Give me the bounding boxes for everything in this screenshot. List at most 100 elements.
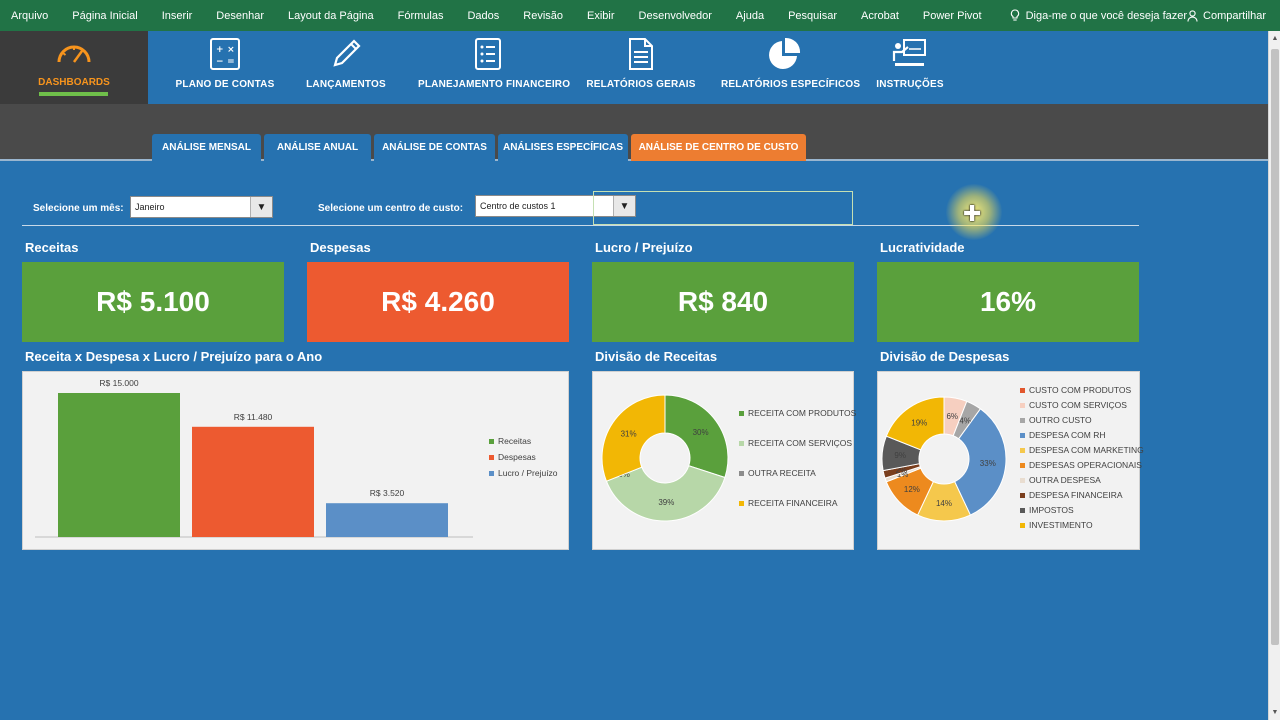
- receitas-legend-item: RECEITA COM SERVIÇOS: [739, 438, 856, 448]
- despesas-legend-item: OUTRO CUSTO: [1020, 415, 1144, 425]
- cost-center-select-value: Centro de custos 1: [480, 201, 556, 211]
- top-navigation: DASHBOARDS + × − = PLANO DE CONTAS LANÇAM…: [0, 31, 1268, 104]
- tab-analises-especificas[interactable]: ANÁLISES ESPECÍFICAS: [498, 134, 628, 161]
- scroll-thumb[interactable]: [1271, 49, 1279, 645]
- bar-chart: R$ 15.000 R$ 11.480 R$ 3.520: [35, 378, 473, 538]
- receitas-legend-label: RECEITA COM PRODUTOS: [748, 408, 857, 418]
- receitas-legend-swatch: [739, 500, 744, 506]
- despesas-legend-swatch: [1020, 477, 1025, 483]
- bar-1: [58, 393, 180, 537]
- menu-layout[interactable]: Layout da Página: [276, 10, 386, 22]
- menu-pagina-inicial[interactable]: Página Inicial: [60, 10, 149, 22]
- speedometer-icon: [57, 45, 91, 63]
- receitas-data-label: 31%: [621, 429, 637, 438]
- despesas-legend-swatch: [1020, 447, 1025, 453]
- menu-desenvolvedor[interactable]: Desenvolvedor: [627, 10, 724, 22]
- despesas-chart-title: Divisão de Despesas: [880, 349, 1010, 364]
- kpi-receitas-card: R$ 5.100: [22, 262, 284, 342]
- despesas-legend-item: INVESTIMENTO: [1020, 520, 1144, 530]
- despesas-data-label: 14%: [936, 499, 952, 508]
- cross-cursor-icon: ✚: [963, 201, 982, 226]
- menu-revisao[interactable]: Revisão: [511, 10, 575, 22]
- share-button[interactable]: Compartilhar: [1187, 0, 1266, 31]
- nav-relatorios-gerais[interactable]: RELATÓRIOS GERAIS: [583, 31, 699, 104]
- bar-legend-label: Receitas: [498, 436, 532, 446]
- bar-data-label: R$ 15.000: [99, 378, 138, 388]
- menu-formulas[interactable]: Fórmulas: [386, 10, 456, 22]
- despesas-legend-swatch: [1020, 507, 1025, 513]
- despesas-legend-label: IMPOSTOS: [1029, 505, 1074, 515]
- despesas-legend: CUSTO COM PRODUTOS CUSTO COM SERVIÇOS OUTR…: [1020, 385, 1144, 535]
- kpi-despesas-card: R$ 4.260: [307, 262, 569, 342]
- receitas-legend-label: OUTRA RECEITA: [748, 468, 816, 478]
- menu-exibir[interactable]: Exibir: [575, 10, 627, 22]
- despesas-legend-item: CUSTO COM PRODUTOS: [1020, 385, 1144, 395]
- pie-chart-icon: [769, 37, 801, 69]
- nav-planejamento-label: PLANEJAMENTO FINANCEIRO: [418, 79, 571, 90]
- receitas-legend-swatch: [739, 410, 744, 416]
- nav-planejamento[interactable]: PLANEJAMENTO FINANCEIRO: [418, 31, 571, 104]
- menu-desenhar[interactable]: Desenhar: [204, 10, 276, 22]
- receitas-data-label: 30%: [693, 428, 709, 437]
- despesas-legend-item: DESPESA COM MARKETING: [1020, 445, 1144, 455]
- bar-legend-label: Despesas: [498, 452, 536, 462]
- despesas-data-label: 6%: [946, 412, 958, 421]
- nav-lancamentos-label: LANÇAMENTOS: [306, 79, 386, 90]
- month-select-value: Janeiro: [135, 202, 165, 212]
- receitas-chart-title: Divisão de Receitas: [595, 349, 718, 364]
- menu-ajuda[interactable]: Ajuda: [724, 10, 776, 22]
- despesas-legend-swatch: [1020, 387, 1025, 393]
- chevron-down-icon[interactable]: ▼: [250, 197, 272, 217]
- tab-analise-de-contas[interactable]: ANÁLISE DE CONTAS: [374, 134, 495, 161]
- despesas-legend-item: IMPOSTOS: [1020, 505, 1144, 515]
- vertical-scrollbar[interactable]: ▲ ▼: [1268, 31, 1280, 720]
- bar-legend-item: Lucro / Prejuízo: [489, 468, 558, 478]
- despesas-legend-label: DESPESA FINANCEIRA: [1029, 490, 1123, 500]
- scroll-down-icon[interactable]: ▼: [1271, 709, 1279, 716]
- menu-pesquisar[interactable]: Pesquisar: [776, 10, 849, 22]
- receitas-chart-panel: 30%39%0%31% RECEITA COM PRODUTOSRECEITA …: [592, 371, 856, 550]
- presenter-icon: [892, 39, 926, 66]
- nav-relatorios-gerais-label: RELATÓRIOS GERAIS: [586, 79, 696, 90]
- kpi-lucro-title: Lucro / Prejuízo: [595, 240, 693, 255]
- lightbulb-icon: [1010, 9, 1019, 21]
- tab-analise-mensal[interactable]: ANÁLISE MENSAL: [152, 134, 261, 161]
- despesas-legend-label: DESPESA COM RH: [1029, 430, 1106, 440]
- nav-lancamentos[interactable]: LANÇAMENTOS: [296, 31, 396, 104]
- nav-instrucoes-label: INSTRUÇÕES: [876, 79, 944, 90]
- scroll-up-icon[interactable]: ▲: [1271, 35, 1279, 42]
- menu-inserir[interactable]: Inserir: [150, 10, 205, 22]
- svg-text:+ ×: + ×: [216, 45, 235, 55]
- month-select[interactable]: Janeiro ▼: [130, 196, 273, 218]
- ribbon-menu: Arquivo Página Inicial Inserir Desenhar …: [0, 0, 1280, 31]
- tab-analise-anual[interactable]: ANÁLISE ANUAL: [264, 134, 371, 161]
- nav-instrucoes[interactable]: INSTRUÇÕES: [868, 31, 952, 104]
- tell-me-box[interactable]: Diga-me o que você deseja fazer: [998, 9, 1199, 22]
- bar-legend-item: Receitas: [489, 436, 558, 446]
- menu-dados[interactable]: Dados: [455, 10, 511, 22]
- receitas-legend: RECEITA COM PRODUTOS RECEITA COM SERVIÇOS…: [739, 408, 856, 528]
- despesas-legend-swatch: [1020, 522, 1025, 528]
- menu-arquivo[interactable]: Arquivo: [0, 10, 60, 22]
- menu-acrobat[interactable]: Acrobat: [849, 10, 911, 22]
- nav-plano-de-contas[interactable]: + × − = PLANO DE CONTAS: [170, 31, 280, 104]
- checklist-icon: [475, 38, 501, 70]
- tab-analise-centro-de-custo[interactable]: ANÁLISE DE CENTRO DE CUSTO: [631, 134, 806, 161]
- tell-me-text: Diga-me o que você deseja fazer: [1025, 9, 1188, 22]
- person-icon: [1187, 9, 1198, 22]
- nav-dashboards[interactable]: DASHBOARDS: [0, 31, 148, 104]
- menu-power-pivot[interactable]: Power Pivot: [911, 10, 994, 22]
- bar-chart-panel: R$ 15.000 R$ 11.480 R$ 3.520 Receitas Despe…: [22, 371, 569, 550]
- document-icon: [629, 38, 653, 70]
- nav-dashboards-label: DASHBOARDS: [38, 77, 110, 88]
- despesas-legend-swatch: [1020, 492, 1025, 498]
- share-label: Compartilhar: [1203, 9, 1266, 22]
- despesas-legend-item: OUTRA DESPESA: [1020, 475, 1144, 485]
- selected-cell-box[interactable]: [593, 191, 853, 225]
- nav-relatorios-especificos[interactable]: RELATÓRIOS ESPECÍFICOS: [721, 31, 861, 104]
- active-indicator: [39, 92, 108, 96]
- nav-relatorios-especificos-label: RELATÓRIOS ESPECÍFICOS: [721, 79, 861, 90]
- bar-chart-legend: Receitas Despesas Lucro / Prejuízo: [489, 436, 558, 484]
- despesas-legend-item: DESPESA COM RH: [1020, 430, 1144, 440]
- pencil-icon: [333, 39, 361, 67]
